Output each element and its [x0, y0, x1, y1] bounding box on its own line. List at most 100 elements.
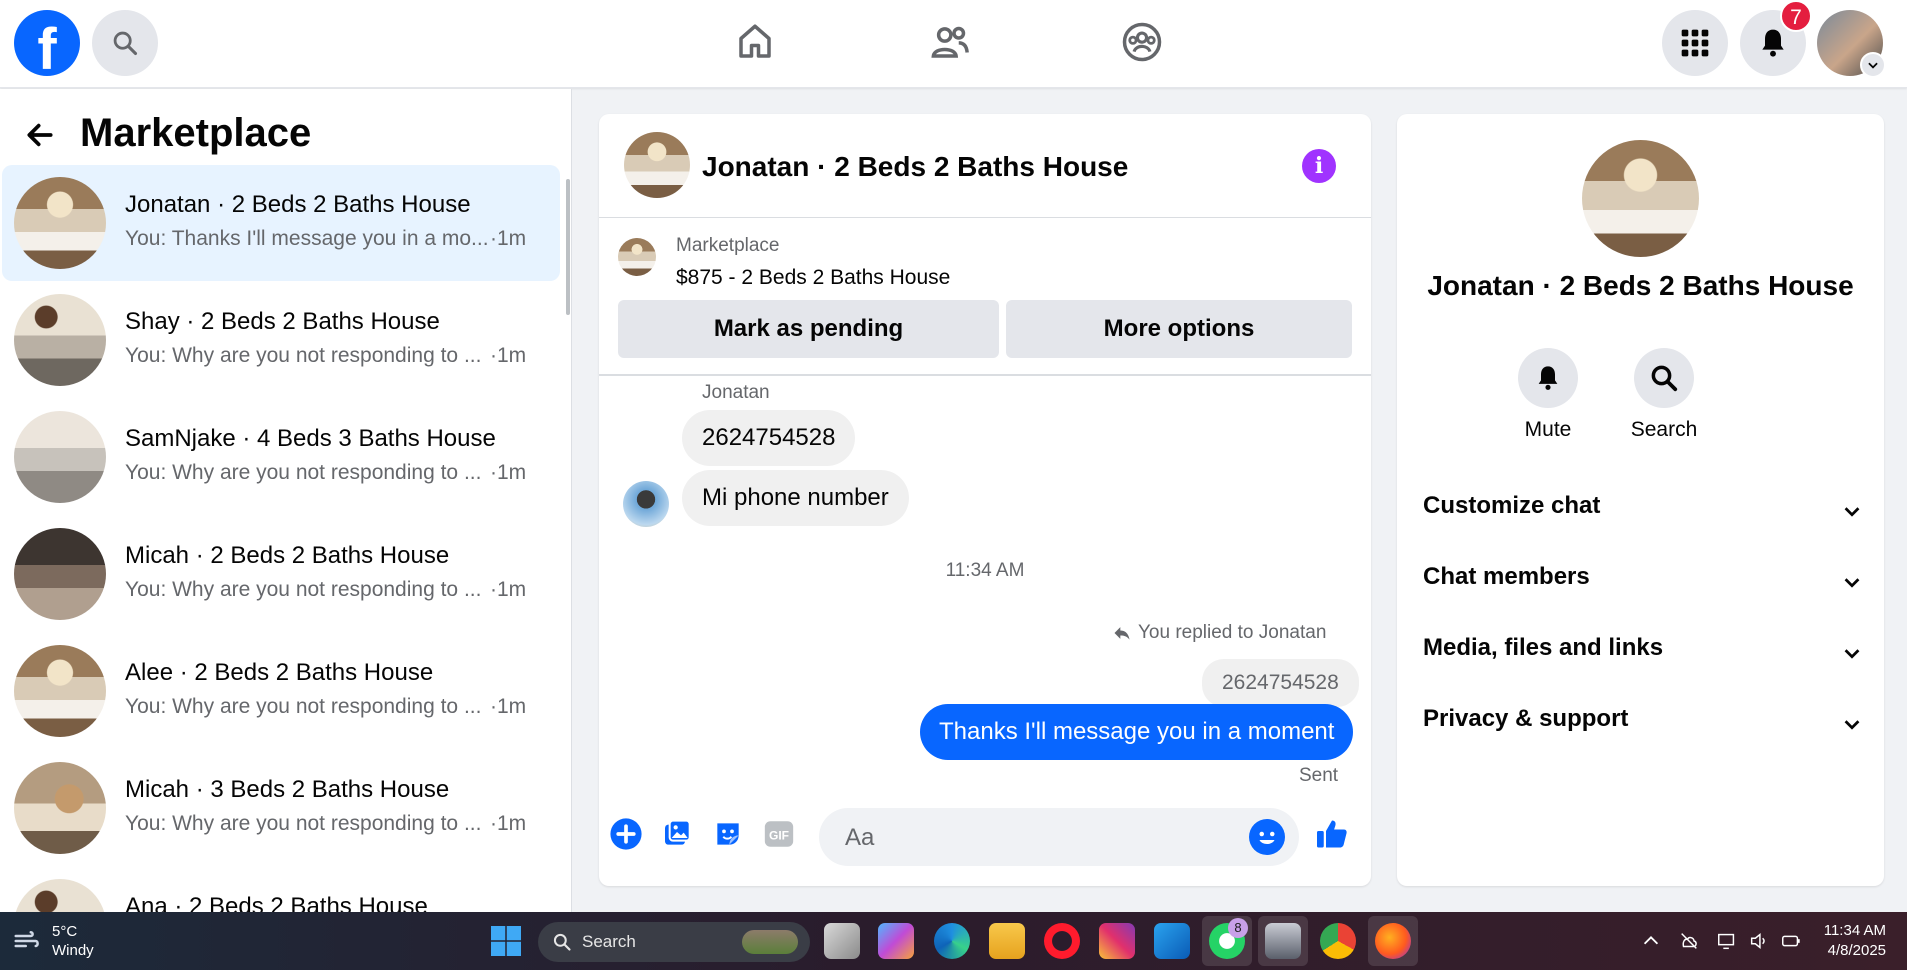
divider — [599, 374, 1371, 376]
more-options-button[interactable]: More options — [1006, 300, 1352, 358]
panel-avatar[interactable] — [1582, 140, 1699, 257]
search-in-conversation-button[interactable]: Search — [1609, 348, 1719, 442]
app-icon[interactable] — [1265, 923, 1301, 959]
conversation-time: ·1m — [490, 461, 527, 484]
wind-icon — [14, 931, 39, 948]
info-icon[interactable]: i — [1302, 149, 1336, 183]
chat-title[interactable]: Jonatan · 2 Beds 2 Baths House — [702, 151, 1128, 183]
conversation-preview: You: Why are you not responding to ... — [125, 812, 482, 835]
panel-title: Jonatan · 2 Beds 2 Baths House — [1427, 270, 1854, 301]
system-clock[interactable]: 11:34 AM 4/8/2025 — [1820, 921, 1886, 961]
menu-grid-icon — [1681, 29, 1709, 57]
mark-as-pending-button[interactable]: Mark as pending — [618, 300, 999, 358]
home-icon — [739, 24, 771, 58]
conversation-name: Ana · 2 Beds 2 Baths House — [125, 893, 428, 912]
conversation-item[interactable]: Micah · 2 Beds 2 Baths House You: Why ar… — [2, 516, 560, 632]
battery-icon[interactable] — [1780, 930, 1802, 952]
like-button[interactable] — [1314, 816, 1350, 852]
section-label: Customize chat — [1423, 492, 1601, 519]
chat-avatar[interactable] — [624, 132, 690, 198]
mute-circle[interactable] — [1518, 348, 1578, 408]
listing-thumbnail — [14, 294, 106, 386]
quoted-message[interactable]: 2624754528 — [1202, 659, 1359, 707]
svg-text:GIF: GIF — [769, 829, 789, 843]
incoming-message[interactable]: 2624754528 — [682, 410, 856, 466]
conversation-item[interactable]: Shay · 2 Beds 2 Baths House You: Why are… — [2, 282, 560, 398]
message-placeholder: Aa — [845, 824, 875, 851]
section-label: Chat members — [1423, 563, 1590, 590]
mute-button[interactable]: Mute — [1493, 348, 1603, 442]
search-button[interactable] — [92, 10, 158, 76]
whatsapp-badge: 8 — [1228, 918, 1248, 938]
chat-members-section[interactable]: Chat members — [1423, 563, 1863, 603]
reply-label: You replied to Jonatan — [1138, 622, 1327, 643]
facebook-logo[interactable]: f — [14, 10, 80, 76]
conversation-item[interactable]: Alee · 2 Beds 2 Baths House You: Why are… — [2, 633, 560, 749]
chevron-down-icon — [1868, 62, 1878, 69]
nav-friends[interactable] — [926, 18, 974, 66]
file-explorer-icon[interactable] — [989, 923, 1025, 959]
menu-button[interactable] — [1662, 10, 1728, 76]
sidebar-header: Marketplace — [0, 89, 571, 177]
account-menu-button[interactable] — [1860, 52, 1886, 78]
listing-thumbnail[interactable] — [618, 238, 656, 276]
emoji-button[interactable] — [1249, 819, 1285, 855]
conversation-name: Micah · 3 Beds 2 Baths House — [125, 776, 450, 803]
search-circle[interactable] — [1634, 348, 1694, 408]
weather-condition: Windy — [52, 942, 94, 959]
sender-avatar[interactable] — [623, 481, 669, 527]
clock-date: 4/8/2025 — [1827, 942, 1886, 959]
listing-title[interactable]: $875 - 2 Beds 2 Baths House — [676, 266, 950, 290]
bell-icon — [1538, 366, 1558, 390]
conversation-item[interactable]: Jonatan · 2 Beds 2 Baths House You: Than… — [2, 165, 560, 281]
marketplace-sidebar: Marketplace Jonatan · 2 Beds 2 Baths Hou… — [0, 89, 572, 912]
customize-chat-section[interactable]: Customize chat — [1423, 492, 1863, 532]
start-button[interactable] — [488, 923, 524, 959]
gif-button[interactable]: GIF — [761, 816, 797, 852]
conversation-item[interactable]: Micah · 3 Beds 2 Baths House You: Why ar… — [2, 750, 560, 866]
bell-icon — [1762, 29, 1784, 57]
add-attachment-button[interactable] — [608, 816, 644, 852]
cloud-off-icon[interactable] — [1678, 930, 1700, 952]
edge-icon[interactable] — [934, 923, 970, 959]
sidebar-scrollbar[interactable] — [566, 179, 570, 315]
media-files-links-section[interactable]: Media, files and links — [1423, 634, 1863, 674]
incoming-message[interactable]: Mi phone number — [682, 470, 909, 526]
conversation-name: Micah · 2 Beds 2 Baths House — [125, 542, 450, 569]
outlook-icon[interactable] — [1154, 923, 1190, 959]
weather-widget[interactable]: 5°C Windy — [12, 922, 94, 960]
top-navigation-bar: f 7 — [0, 0, 1907, 88]
opera-icon[interactable] — [1044, 923, 1080, 959]
section-label: Privacy & support — [1423, 705, 1629, 732]
back-button[interactable] — [20, 115, 60, 155]
weather-temp: 5°C — [52, 923, 78, 940]
conversation-name: Shay · 2 Beds 2 Baths House — [125, 308, 440, 335]
privacy-support-section[interactable]: Privacy & support — [1423, 705, 1863, 745]
sticker-button[interactable] — [710, 816, 746, 852]
firefox-icon[interactable] — [1375, 923, 1411, 959]
instagram-icon[interactable] — [1099, 923, 1135, 959]
taskbar-search[interactable]: Search — [538, 922, 810, 962]
volume-icon[interactable] — [1748, 930, 1770, 952]
copilot-icon[interactable] — [878, 923, 914, 959]
conversation-preview: You: Thanks I'll message you in a mo... — [125, 227, 489, 250]
conversation-item[interactable]: Ana · 2 Beds 2 Baths House — [2, 867, 560, 912]
chrome-icon[interactable] — [1320, 923, 1356, 959]
message-input[interactable]: Aa — [819, 808, 1299, 866]
marketplace-label: Marketplace — [676, 235, 780, 256]
photo-icon — [665, 819, 691, 845]
task-view-button[interactable] — [824, 923, 860, 959]
listing-thumbnail — [14, 879, 106, 912]
page-title: Marketplace — [80, 111, 312, 155]
attach-photo-button[interactable] — [659, 816, 695, 852]
chevron-down-icon — [1844, 507, 1860, 517]
conversation-item[interactable]: SamNjake · 4 Beds 3 Baths House You: Why… — [2, 399, 560, 515]
nav-home[interactable] — [731, 18, 779, 66]
gif-icon: GIF — [764, 821, 794, 847]
network-icon[interactable] — [1716, 930, 1738, 952]
nav-groups[interactable] — [1118, 18, 1166, 66]
outgoing-message[interactable]: Thanks I'll message you in a moment — [920, 704, 1354, 760]
message-timestamp: 11:34 AM — [945, 560, 1025, 581]
clock-time: 11:34 AM — [1823, 922, 1886, 939]
chevron-up-icon[interactable] — [1640, 930, 1662, 952]
